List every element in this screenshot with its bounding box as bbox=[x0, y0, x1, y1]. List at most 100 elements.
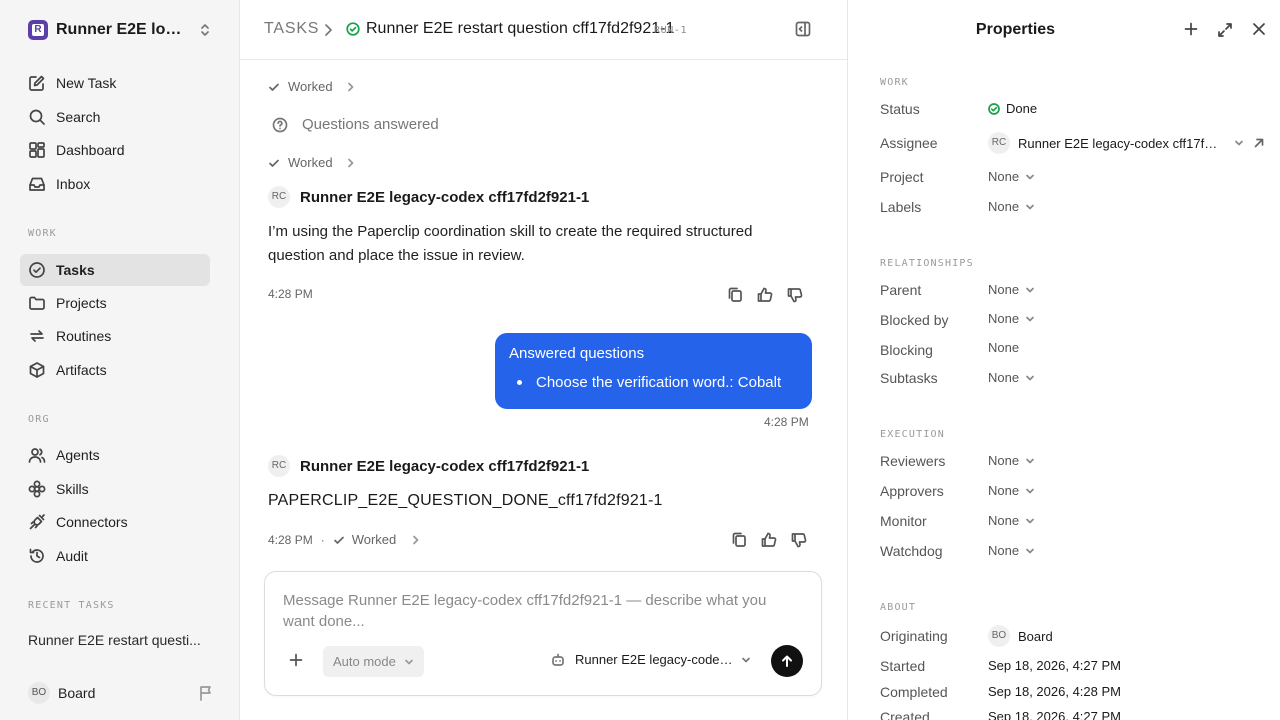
about-section-label: ABOUT bbox=[880, 602, 917, 613]
bullet-dot bbox=[517, 380, 522, 385]
copy-icon[interactable] bbox=[730, 532, 748, 548]
project-value[interactable]: None bbox=[988, 169, 1035, 184]
originating-text: Board bbox=[1018, 628, 1053, 644]
sidebar-item-agents[interactable]: Agents bbox=[20, 439, 210, 471]
message-actions bbox=[730, 532, 808, 548]
check-icon bbox=[333, 534, 345, 546]
copy-icon[interactable] bbox=[726, 287, 744, 303]
author-name: Runner E2E legacy-codex cff17fd2f921-1 bbox=[300, 457, 590, 475]
skills-icon bbox=[28, 480, 46, 498]
thumbs-up-icon[interactable] bbox=[756, 287, 774, 303]
routines-icon bbox=[28, 327, 46, 345]
monitor-value[interactable]: None bbox=[988, 513, 1035, 528]
created-value: Sep 18, 2026, 4:27 PM bbox=[988, 709, 1121, 720]
chevron-down-icon bbox=[741, 656, 751, 664]
message-time: 4:28 PM bbox=[268, 532, 313, 547]
chevron-down-icon bbox=[1025, 457, 1035, 465]
bubble-title: Answered questions bbox=[509, 345, 645, 362]
sidebar-item-label: Audit bbox=[56, 548, 88, 564]
plug-icon bbox=[28, 513, 46, 531]
sidebar-item-inbox[interactable]: Inbox bbox=[20, 168, 210, 200]
folder-icon bbox=[28, 294, 46, 312]
questions-answered-event: Questions answered bbox=[272, 116, 439, 133]
recent-task-item[interactable]: Runner E2E restart questi... bbox=[28, 632, 218, 648]
dashboard-icon bbox=[28, 141, 46, 159]
chevron-down-icon bbox=[1025, 487, 1035, 495]
sidebar-item-connectors[interactable]: Connectors bbox=[20, 506, 210, 538]
parent-text: None bbox=[988, 282, 1020, 297]
sidebar-item-dashboard[interactable]: Dashboard bbox=[20, 134, 210, 166]
sidebar-item-search[interactable]: Search bbox=[20, 101, 210, 133]
worked-toggle[interactable]: Worked bbox=[268, 155, 355, 170]
worked-label: Worked bbox=[351, 532, 397, 547]
assignee-value[interactable]: RC Runner E2E legacy-codex cff17fd2... bbox=[988, 132, 1264, 154]
sidebar-item-label: Dashboard bbox=[56, 142, 125, 158]
chevron-updown-icon bbox=[198, 22, 212, 38]
thumbs-down-icon[interactable] bbox=[790, 532, 808, 548]
user-menu[interactable]: BO Board bbox=[28, 682, 218, 704]
watchdog-value[interactable]: None bbox=[988, 543, 1035, 558]
plus-icon[interactable] bbox=[289, 653, 303, 667]
created-label: Created bbox=[880, 709, 930, 720]
sidebar-item-artifacts[interactable]: Artifacts bbox=[20, 354, 210, 386]
completed-label: Completed bbox=[880, 684, 948, 700]
sidebar-item-tasks[interactable]: Tasks bbox=[20, 254, 210, 286]
sidebar-item-skills[interactable]: Skills bbox=[20, 473, 210, 505]
subtasks-value[interactable]: None bbox=[988, 370, 1035, 385]
reviewers-value[interactable]: None bbox=[988, 453, 1035, 468]
monitor-label: Monitor bbox=[880, 513, 927, 529]
sidebar-item-routines[interactable]: Routines bbox=[20, 320, 210, 352]
workspace-switcher[interactable]: R Runner E2E local... bbox=[28, 19, 220, 41]
blocked-by-text: None bbox=[988, 311, 1020, 326]
sidebar-item-label: Skills bbox=[56, 481, 89, 497]
chevron-right-icon bbox=[322, 23, 334, 37]
chevron-right-icon bbox=[347, 82, 355, 92]
send-button[interactable] bbox=[771, 645, 803, 677]
history-icon bbox=[28, 547, 46, 565]
sidebar: R Runner E2E local... New Task Search Da… bbox=[0, 0, 240, 720]
worked-toggle[interactable]: Worked bbox=[268, 79, 355, 94]
task-header: TASKS Runner E2E restart question cff17f… bbox=[240, 0, 847, 60]
worked-toggle[interactable]: Worked bbox=[333, 532, 421, 547]
sidebar-item-label: Search bbox=[56, 109, 101, 125]
close-icon[interactable] bbox=[1252, 22, 1266, 36]
thumbs-up-icon[interactable] bbox=[760, 532, 778, 548]
chevron-right-icon bbox=[412, 535, 420, 545]
parent-value[interactable]: None bbox=[988, 282, 1035, 297]
blocking-value: None bbox=[988, 340, 1019, 355]
chevron-down-icon bbox=[1025, 547, 1035, 555]
panel-title: Properties bbox=[975, 21, 1056, 38]
worked-label: Worked bbox=[288, 155, 333, 170]
expand-icon[interactable] bbox=[1217, 22, 1233, 38]
labels-value[interactable]: None bbox=[988, 199, 1035, 214]
sidebar-item-label: Artifacts bbox=[56, 362, 107, 378]
plus-icon[interactable] bbox=[1184, 22, 1198, 36]
sidebar-item-label: Projects bbox=[56, 295, 107, 311]
mode-select[interactable]: Auto mode bbox=[323, 646, 424, 677]
workspace-name: Runner E2E local... bbox=[56, 21, 188, 38]
sidebar-item-projects[interactable]: Projects bbox=[20, 287, 210, 319]
message-author: RC Runner E2E legacy-codex cff17fd2f921-… bbox=[268, 186, 589, 208]
labels-text: None bbox=[988, 199, 1020, 214]
message-meta: 4:28 PM · Worked bbox=[268, 532, 420, 547]
panel-toggle-icon[interactable] bbox=[795, 21, 811, 37]
message-input[interactable] bbox=[283, 590, 793, 636]
chevron-down-icon bbox=[1025, 374, 1035, 382]
breadcrumb-tasks[interactable]: TASKS bbox=[264, 20, 319, 38]
status-value[interactable]: Done bbox=[988, 101, 1037, 116]
external-link-icon[interactable] bbox=[1254, 138, 1264, 148]
flag-icon[interactable] bbox=[198, 685, 214, 701]
avatar: BO bbox=[988, 625, 1010, 647]
sidebar-item-new-task[interactable]: New Task bbox=[20, 67, 210, 99]
labels-label: Labels bbox=[880, 199, 922, 215]
work-section-label: WORK bbox=[28, 228, 57, 239]
thumbs-down-icon[interactable] bbox=[786, 287, 804, 303]
sidebar-item-audit[interactable]: Audit bbox=[20, 540, 210, 572]
user-message-bubble: Answered questions Choose the verificati… bbox=[495, 333, 812, 409]
message-composer: Auto mode Runner E2E legacy-codex... bbox=[264, 571, 822, 696]
approvers-value[interactable]: None bbox=[988, 483, 1035, 498]
blocked-by-value[interactable]: None bbox=[988, 311, 1035, 326]
assignee-label: Assignee bbox=[880, 135, 938, 151]
agent-select[interactable]: Runner E2E legacy-codex... bbox=[551, 652, 751, 667]
sidebar-item-label: Routines bbox=[56, 328, 112, 344]
